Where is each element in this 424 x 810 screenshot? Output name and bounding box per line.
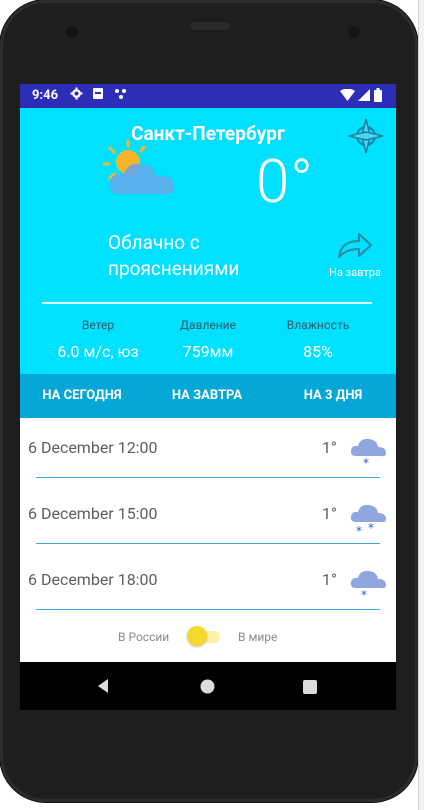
forecast-temperature: 1°: [322, 438, 337, 457]
current-weather-panel: Санкт-Петербург 0° Облачно с прояснениям…: [20, 108, 396, 374]
forecast-row[interactable]: 6 December 18:00 1° *: [20, 550, 396, 616]
row-separator: [36, 477, 380, 478]
wifi-icon: [340, 88, 355, 104]
front-sensor: [348, 26, 360, 38]
partly-cloudy-icon: [98, 138, 178, 204]
description-line-2: прояснениями: [108, 257, 240, 280]
svg-text:*: *: [361, 588, 367, 602]
svg-text:*: *: [356, 524, 362, 538]
tab-3-days[interactable]: НА 3 ДНЯ: [270, 374, 396, 418]
wind-label: Ветер: [81, 318, 115, 332]
tab-tomorrow[interactable]: НА ЗАВТРА: [144, 374, 270, 418]
weather-description: Облачно с прояснениями: [108, 230, 318, 282]
row-separator: [36, 609, 380, 610]
forecast-datetime: 6 December 12:00: [28, 438, 158, 457]
sim-card-icon: [92, 87, 104, 103]
humidity-value: 85%: [303, 342, 333, 361]
forecast-temperature: 1°: [322, 570, 337, 589]
window-edge: [418, 0, 424, 810]
earpiece: [190, 22, 230, 30]
forecast-row[interactable]: 6 December 12:00 1° *: [20, 418, 396, 484]
status-time: 9:46: [32, 88, 59, 103]
forecast-row[interactable]: 6 December 15:00 1° * *: [20, 484, 396, 550]
cloud-snow-icon: *: [348, 432, 388, 472]
tomorrow-label: На завтра: [329, 266, 381, 279]
settings-icon: [70, 87, 83, 103]
tab-today[interactable]: НА СЕГОДНЯ: [20, 374, 144, 418]
recent-apps-icon[interactable]: [303, 679, 317, 698]
pressure-label: Давление: [180, 318, 236, 332]
battery-icon: [374, 88, 382, 105]
forecast-datetime: 6 December 18:00: [28, 570, 158, 589]
data-icon: [114, 87, 128, 103]
current-temperature: 0°: [256, 146, 314, 217]
cloud-snow-icon: *: [348, 564, 388, 604]
front-camera: [66, 26, 78, 38]
forward-arrow-icon: [338, 233, 372, 258]
status-bar: 9:46: [20, 84, 396, 108]
city-name: Санкт-Петербург: [131, 122, 285, 145]
forecast-temperature: 1°: [322, 504, 337, 523]
humidity-label: Влажность: [286, 318, 350, 332]
svg-text:*: *: [368, 521, 374, 535]
forecast-datetime: 6 December 15:00: [28, 504, 158, 523]
region-switch[interactable]: [187, 626, 207, 646]
system-nav-bar: [20, 662, 396, 710]
back-icon[interactable]: [96, 678, 110, 698]
home-icon[interactable]: [200, 679, 215, 698]
description-line-1: Облачно с: [108, 231, 200, 254]
tomorrow-button[interactable]: На завтра: [320, 230, 390, 279]
app-screen: 9:46 Санкт-Петербург 0° Облачно с проясн…: [20, 84, 396, 710]
toggle-label-russia: В России: [118, 630, 170, 644]
signal-icon: [358, 89, 370, 104]
svg-text:*: *: [363, 456, 369, 470]
region-toggle: В России В мире: [20, 620, 396, 654]
toggle-label-world: В мире: [238, 630, 278, 644]
compass-icon[interactable]: [348, 118, 384, 158]
cloud-snow-icon: * *: [348, 498, 388, 538]
row-separator: [36, 543, 380, 544]
stats-divider: [42, 302, 372, 304]
forecast-tabs: НА СЕГОДНЯ НА ЗАВТРА НА 3 ДНЯ: [20, 374, 396, 418]
